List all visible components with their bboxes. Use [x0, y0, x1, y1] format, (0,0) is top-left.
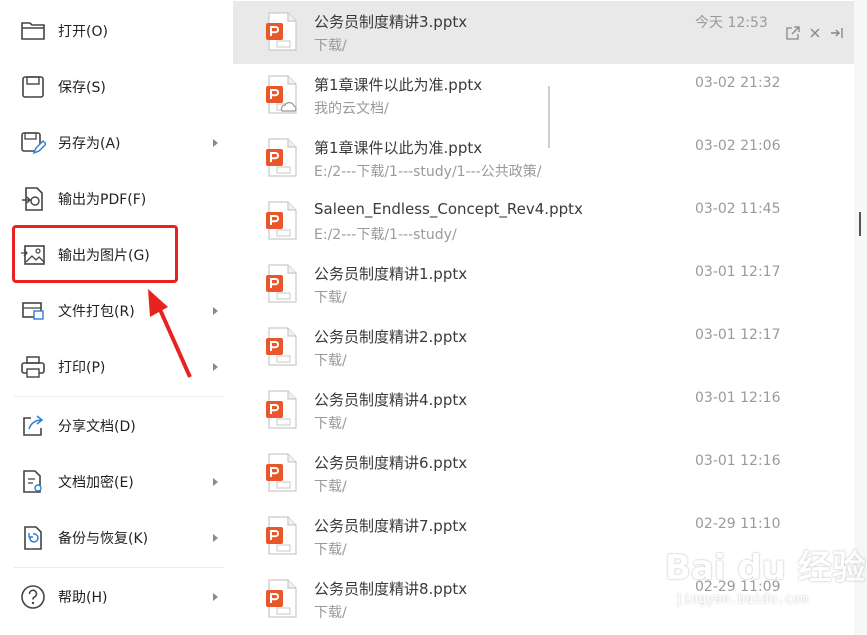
- menu-item-print[interactable]: 打印(P): [0, 343, 233, 391]
- annotation-arrow: [148, 289, 192, 378]
- pptx-file-icon: [265, 453, 299, 493]
- submenu-arrow-icon: [213, 534, 218, 542]
- save-as-icon: [19, 129, 47, 157]
- menu-divider: [14, 567, 224, 568]
- menu-label-export-pdf: 输出为PDF(F): [58, 192, 147, 208]
- file-name: 第1章课件以此为准.pptx: [314, 76, 483, 94]
- file-time: 03-02 21:32: [695, 75, 781, 91]
- file-path: 下载/: [314, 416, 347, 432]
- menu-label-open: 打开(O): [58, 24, 108, 40]
- file-time: 03-02 11:45: [695, 201, 781, 217]
- menu-item-save-as[interactable]: 另存为(A): [0, 119, 233, 167]
- file-path: 下载/: [314, 290, 347, 306]
- submenu-arrow-icon: [213, 139, 218, 147]
- menu-label-save-as: 另存为(A): [58, 136, 121, 152]
- menu-item-save[interactable]: 保存(S): [0, 63, 233, 111]
- save-icon: [19, 73, 47, 101]
- menu-item-share[interactable]: 分享文档(D): [0, 402, 233, 450]
- pptx-file-icon: [265, 201, 299, 241]
- file-name: 公务员制度精讲7.pptx: [314, 517, 468, 535]
- pptx-file-icon: [265, 516, 299, 556]
- file-path: E:/2---下载/1---study/: [314, 227, 457, 243]
- submenu-arrow-icon: [213, 478, 218, 486]
- submenu-arrow-icon: [213, 307, 218, 315]
- folder-open-icon: [19, 17, 47, 45]
- encrypt-icon: [19, 468, 47, 496]
- printer-icon: [19, 353, 47, 381]
- baidu-jingyan-watermark: Bai du 经验 jingyan.baidu.com: [665, 540, 866, 625]
- file-name: Saleen_Endless_Concept_Rev4.pptx: [314, 200, 583, 218]
- menu-label-backup: 备份与恢复(K): [58, 531, 149, 547]
- pptx-file-icon: [265, 579, 299, 619]
- pptx-cloud-file-icon: [265, 75, 299, 115]
- row-actions: [786, 25, 844, 40]
- submenu-arrow-icon: [213, 593, 218, 601]
- pin-icon[interactable]: [830, 25, 844, 39]
- recent-file-row[interactable]: Saleen_Endless_Concept_Rev4.pptx E:/2---下…: [233, 190, 854, 253]
- file-path: 下载/: [314, 605, 347, 621]
- submenu-arrow-icon: [213, 363, 218, 371]
- open-location-icon[interactable]: [786, 25, 800, 40]
- menu-label-save: 保存(S): [58, 80, 106, 96]
- file-name: 第1章课件以此为准.pptx: [314, 139, 483, 157]
- recent-file-row[interactable]: 公务员制度精讲1.pptx 下载/03-01 12:17: [233, 253, 854, 316]
- menu-label-print: 打印(P): [58, 360, 106, 376]
- file-time: 03-02 21:06: [695, 138, 781, 154]
- menu-item-encrypt[interactable]: 文档加密(E): [0, 458, 233, 506]
- annotation-highlight-box: [12, 225, 178, 283]
- recent-file-row[interactable]: 第1章课件以此为准.pptx E:/2---下载/1---study/1---公共…: [233, 127, 854, 190]
- file-path: 我的云文档/: [314, 101, 389, 117]
- watermark-url: jingyan.baidu.com: [675, 592, 809, 607]
- menu-item-package[interactable]: 文件打包(R): [0, 287, 233, 335]
- file-name: 公务员制度精讲3.pptx: [314, 13, 468, 31]
- pptx-file-icon: [265, 138, 299, 178]
- file-path: 下载/: [314, 542, 347, 558]
- menu-item-backup[interactable]: 备份与恢复(K): [0, 514, 233, 562]
- menu-item-open[interactable]: 打开(O): [0, 7, 233, 55]
- file-time: 03-01 12:16: [695, 390, 781, 406]
- file-path: E:/2---下载/1---study/1---公共政策/: [314, 164, 542, 180]
- file-path: 下载/: [314, 479, 347, 495]
- file-name: 公务员制度精讲6.pptx: [314, 454, 468, 472]
- file-name: 公务员制度精讲8.pptx: [314, 580, 468, 598]
- recent-file-row[interactable]: 第1章课件以此为准.pptx 我的云文档/03-02 21:32: [233, 64, 854, 127]
- file-time: 03-01 12:17: [695, 264, 781, 280]
- menu-divider: [14, 396, 224, 397]
- pptx-file-icon: [265, 12, 299, 52]
- menu-item-help[interactable]: 帮助(H): [0, 573, 233, 621]
- file-time: 今天 12:53: [695, 15, 768, 31]
- pptx-file-icon: [265, 327, 299, 367]
- file-time: 03-01 12:17: [695, 327, 781, 343]
- pptx-file-icon: [265, 390, 299, 430]
- menu-label-share: 分享文档(D): [58, 419, 136, 435]
- share-icon: [19, 412, 47, 440]
- file-path: 下载/: [314, 38, 347, 54]
- menu-item-export-pdf[interactable]: 输出为PDF(F): [0, 175, 233, 223]
- recent-file-row[interactable]: 公务员制度精讲2.pptx 下载/03-01 12:17: [233, 316, 854, 379]
- export-pdf-icon: [19, 185, 47, 213]
- package-icon: [19, 297, 47, 325]
- file-time: 02-29 11:10: [695, 516, 781, 532]
- watermark-logo: Bai du 经验: [665, 548, 866, 588]
- menu-label-encrypt: 文档加密(E): [58, 475, 134, 491]
- file-path: 下载/: [314, 353, 347, 369]
- backup-restore-icon: [19, 524, 47, 552]
- file-name: 公务员制度精讲2.pptx: [314, 328, 468, 346]
- file-name: 公务员制度精讲4.pptx: [314, 391, 468, 409]
- recent-file-row[interactable]: 公务员制度精讲6.pptx 下载/03-01 12:16: [233, 442, 854, 505]
- menu-label-help: 帮助(H): [58, 590, 108, 606]
- pptx-file-icon: [265, 264, 299, 304]
- help-icon: [19, 583, 47, 611]
- menu-label-package: 文件打包(R): [58, 304, 135, 320]
- recent-file-row[interactable]: 公务员制度精讲4.pptx 下载/03-01 12:16: [233, 379, 854, 442]
- divider-line: [548, 86, 550, 148]
- file-menu: 打开(O) 保存(S) 另存为(A) 输出为PDF(F) 输出为图片(G) 文件…: [0, 0, 233, 635]
- file-time: 03-01 12:16: [695, 453, 781, 469]
- scrollbar-thumb[interactable]: [859, 212, 861, 236]
- recent-file-row[interactable]: 公务员制度精讲3.pptx 下载/今天 12:53: [233, 1, 854, 64]
- remove-icon[interactable]: [808, 25, 822, 39]
- file-name: 公务员制度精讲1.pptx: [314, 265, 468, 283]
